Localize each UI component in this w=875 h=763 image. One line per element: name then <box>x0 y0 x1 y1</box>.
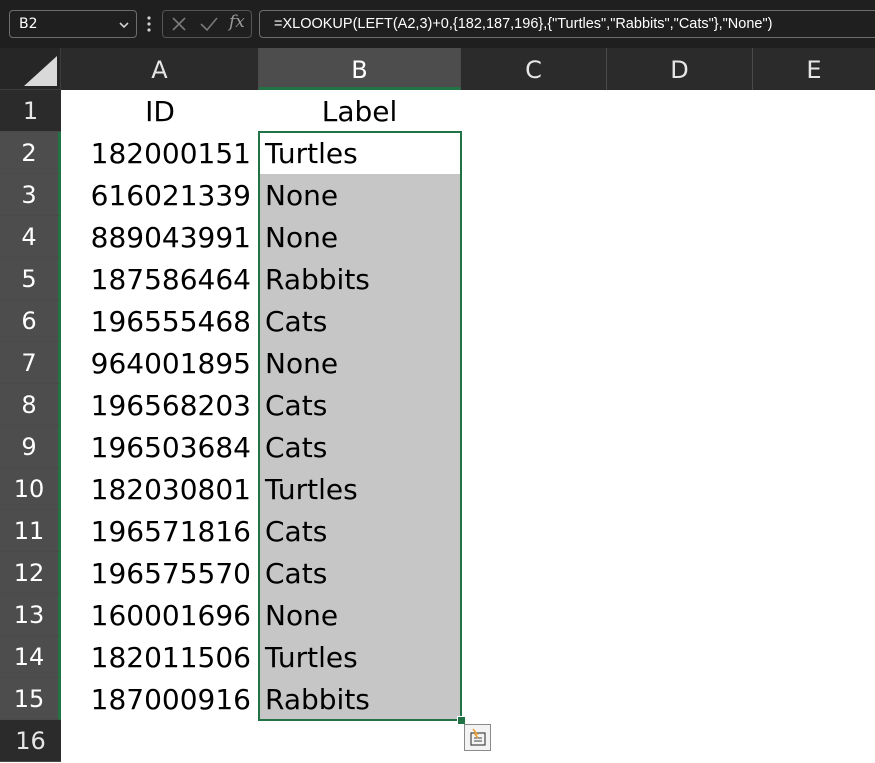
select-all-triangle-icon <box>24 56 57 86</box>
row-header-label: 1 <box>22 97 39 125</box>
close-icon[interactable] <box>171 16 187 32</box>
cell-a9[interactable]: 196503684 <box>61 426 259 468</box>
cell-b1[interactable]: Label <box>259 90 460 132</box>
cell-a14[interactable]: 182011506 <box>61 636 259 678</box>
column-header-c[interactable]: C <box>461 48 607 90</box>
cell-a12[interactable]: 196575570 <box>61 552 259 594</box>
row-header-label: 13 <box>13 601 45 629</box>
row-header-4[interactable]: 4 <box>0 216 61 258</box>
row-header-6[interactable]: 6 <box>0 300 61 342</box>
row-header-9[interactable]: 9 <box>0 426 61 468</box>
row-header-label: 11 <box>13 517 45 545</box>
row-header-label: 4 <box>21 223 37 251</box>
cell-a4[interactable]: 889043991 <box>61 216 259 258</box>
column-header-d[interactable]: D <box>607 48 753 90</box>
quick-analysis-button[interactable] <box>464 724 491 751</box>
row-header-label: 15 <box>13 685 45 713</box>
column-header-a[interactable]: A <box>61 48 259 90</box>
cell-b9[interactable]: Cats <box>259 426 460 468</box>
cell-a3[interactable]: 616021339 <box>61 174 259 216</box>
row-header-11[interactable]: 11 <box>0 510 61 552</box>
row-header-1[interactable]: 1 <box>0 90 61 132</box>
cell-b14[interactable]: Turtles <box>259 636 460 678</box>
formula-bar: B2 fx =XLOOKUP(LEFT(A2,3)+0,{182,187,196… <box>0 0 875 48</box>
name-box[interactable]: B2 <box>9 10 137 38</box>
row-header-label: 7 <box>21 349 37 377</box>
row-header-label: 8 <box>21 391 37 419</box>
row-header-label: 16 <box>15 727 46 755</box>
cell-a6[interactable]: 196555468 <box>61 300 259 342</box>
fx-icon[interactable]: fx <box>229 12 245 32</box>
cell-b6[interactable]: Cats <box>259 300 460 342</box>
cell-a13[interactable]: 160001696 <box>61 594 259 636</box>
row-header-label: 9 <box>21 433 37 461</box>
chevron-down-icon <box>119 22 129 29</box>
more-options-icon[interactable] <box>146 14 152 34</box>
cell-b5[interactable]: Rabbits <box>259 258 460 300</box>
cell-b10[interactable]: Turtles <box>259 468 460 510</box>
column-header-label: A <box>151 56 168 84</box>
cell-a10[interactable]: 182030801 <box>61 468 259 510</box>
cell-b15[interactable]: Rabbits <box>259 678 460 720</box>
cell-a15[interactable]: 187000916 <box>61 678 259 720</box>
cell-a8[interactable]: 196568203 <box>61 384 259 426</box>
row-header-label: 5 <box>21 265 37 293</box>
column-header-label: C <box>525 56 542 84</box>
row-header-label: 3 <box>21 181 37 209</box>
row-header-15[interactable]: 15 <box>0 678 61 720</box>
cell-a11[interactable]: 196571816 <box>61 510 259 552</box>
cell-b11[interactable]: Cats <box>259 510 460 552</box>
cell-b12[interactable]: Cats <box>259 552 460 594</box>
quick-analysis-icon <box>470 728 486 746</box>
cell-a5[interactable]: 187586464 <box>61 258 259 300</box>
select-all-button[interactable] <box>0 48 61 90</box>
column-header-e[interactable]: E <box>753 48 875 90</box>
column-header-b[interactable]: B <box>259 48 461 90</box>
row-header-8[interactable]: 8 <box>0 384 61 426</box>
row-header-label: 12 <box>13 559 45 587</box>
row-header-7[interactable]: 7 <box>0 342 61 384</box>
cell-a2[interactable]: 182000151 <box>61 132 259 174</box>
row-header-13[interactable]: 13 <box>0 594 61 636</box>
row-header-10[interactable]: 10 <box>0 468 61 510</box>
cell-b2[interactable]: Turtles <box>259 132 460 174</box>
cell-b3[interactable]: None <box>259 174 460 216</box>
row-header-12[interactable]: 12 <box>0 552 61 594</box>
cell-b8[interactable]: Cats <box>259 384 460 426</box>
cell-a7[interactable]: 964001895 <box>61 342 259 384</box>
column-header-label: E <box>806 56 822 84</box>
row-header-label: 6 <box>21 307 37 335</box>
formula-tools: fx <box>162 10 252 38</box>
cell-a1[interactable]: ID <box>61 90 259 132</box>
row-header-3[interactable]: 3 <box>0 174 61 216</box>
row-header-label: 2 <box>21 139 37 167</box>
cell-b13[interactable]: None <box>259 594 460 636</box>
row-header-5[interactable]: 5 <box>0 258 61 300</box>
row-header-label: 14 <box>13 643 45 671</box>
row-header-14[interactable]: 14 <box>0 636 61 678</box>
name-box-value: B2 <box>19 16 38 32</box>
row-header-16[interactable]: 16 <box>0 720 61 762</box>
row-header-label: 10 <box>13 475 45 503</box>
formula-input[interactable]: =XLOOKUP(LEFT(A2,3)+0,{182,187,196},{"Tu… <box>259 10 875 38</box>
cell-b7[interactable]: None <box>259 342 460 384</box>
row-header-2[interactable]: 2 <box>0 132 61 174</box>
column-header-label: D <box>670 56 689 84</box>
column-header-label: B <box>351 56 368 84</box>
cell-b4[interactable]: None <box>259 216 460 258</box>
check-icon[interactable] <box>199 16 219 32</box>
